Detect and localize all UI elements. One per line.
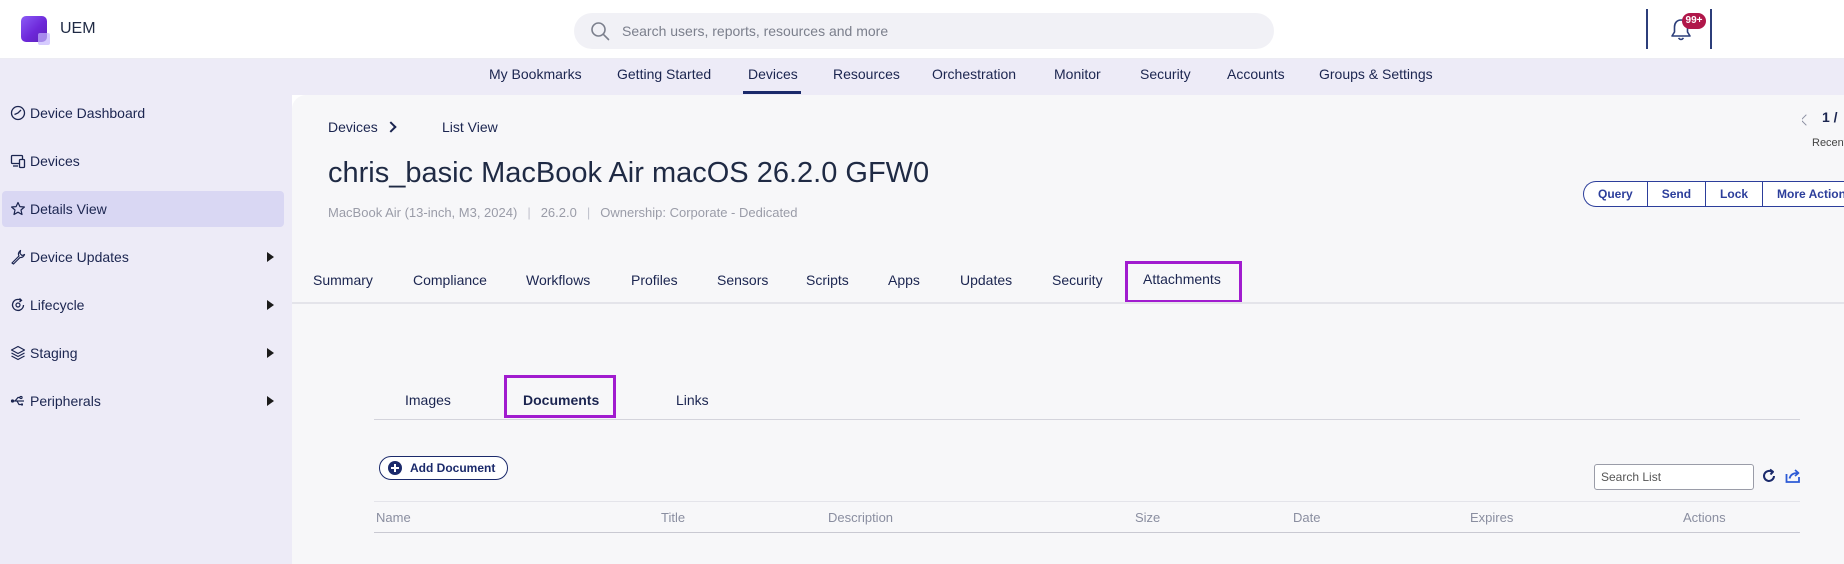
sidebar-item-label: Device Updates bbox=[30, 249, 129, 265]
expand-arrow-icon[interactable] bbox=[267, 252, 274, 262]
refresh-icon[interactable] bbox=[1760, 467, 1778, 485]
subtabs-divider bbox=[374, 419, 1800, 420]
plus-circle-icon bbox=[388, 461, 402, 475]
nav-security[interactable]: Security bbox=[1140, 66, 1191, 82]
nav-monitor[interactable]: Monitor bbox=[1054, 66, 1101, 82]
sidebar-item-device-updates[interactable]: Device Updates bbox=[2, 239, 284, 275]
device-meta: MacBook Air (13-inch, M3, 2024) | 26.2.0 | O… bbox=[328, 205, 798, 220]
tab-workflows[interactable]: Workflows bbox=[526, 272, 590, 288]
add-document-button[interactable]: Add Document bbox=[379, 456, 509, 480]
send-button[interactable]: Send bbox=[1648, 182, 1707, 206]
divider bbox=[1646, 9, 1648, 49]
subtab-documents-highlight bbox=[504, 375, 616, 418]
sidebar-item-label: Staging bbox=[30, 345, 78, 361]
breadcrumb-devices[interactable]: Devices bbox=[328, 119, 378, 135]
search-list-input[interactable] bbox=[1594, 464, 1754, 490]
usb-icon bbox=[10, 395, 24, 406]
search-input[interactable] bbox=[622, 13, 1242, 49]
expand-arrow-icon[interactable] bbox=[267, 396, 274, 406]
sidebar-item-details-view[interactable]: Details View bbox=[2, 191, 284, 227]
global-search[interactable] bbox=[574, 13, 1274, 49]
top-bar: UEM 99+ bbox=[0, 0, 1844, 59]
subtab-links[interactable]: Links bbox=[676, 392, 709, 408]
documents-table-header: Name Title Description Size Date Expires… bbox=[374, 501, 1800, 533]
divider bbox=[1710, 9, 1712, 49]
export-icon[interactable] bbox=[1784, 467, 1802, 485]
more-actions-button[interactable]: More Actions bbox=[1763, 182, 1844, 206]
wrench-icon bbox=[11, 249, 26, 265]
column-name[interactable]: Name bbox=[376, 510, 411, 525]
device-actions: Query Send Lock More Actions bbox=[1583, 181, 1844, 207]
sidebar-item-peripherals[interactable]: Peripherals bbox=[2, 383, 284, 419]
tab-profiles[interactable]: Profiles bbox=[631, 272, 678, 288]
ownership: Ownership: Corporate - Dedicated bbox=[600, 205, 798, 220]
sidebar-item-label: Peripherals bbox=[30, 393, 101, 409]
subtab-images[interactable]: Images bbox=[405, 392, 451, 408]
sidebar-item-label: Devices bbox=[30, 153, 80, 169]
sidebar-item-staging[interactable]: Staging bbox=[2, 335, 284, 371]
device-model: MacBook Air (13-inch, M3, 2024) bbox=[328, 205, 518, 220]
star-icon bbox=[11, 201, 25, 216]
lifecycle-icon bbox=[11, 298, 25, 311]
main-content: Devices List View chris_basic MacBook Ai… bbox=[292, 95, 1844, 564]
nav-getting-started[interactable]: Getting Started bbox=[617, 66, 711, 82]
chevron-left-icon[interactable] bbox=[1802, 114, 1812, 126]
tab-updates[interactable]: Updates bbox=[960, 272, 1012, 288]
dashboard-icon bbox=[10, 105, 26, 121]
expand-arrow-icon[interactable] bbox=[267, 300, 274, 310]
page-title: chris_basic MacBook Air macOS 26.2.0 GFW… bbox=[328, 157, 930, 189]
sidebar-item-lifecycle[interactable]: Lifecycle bbox=[2, 287, 284, 323]
sidebar-item-label: Details View bbox=[30, 201, 107, 217]
devices-icon bbox=[10, 154, 26, 169]
pager-number: 1 / bbox=[1822, 109, 1838, 125]
tab-attachments-highlight bbox=[1125, 261, 1242, 303]
tab-security[interactable]: Security bbox=[1052, 272, 1103, 288]
column-date[interactable]: Date bbox=[1293, 510, 1320, 525]
sidebar-item-label: Device Dashboard bbox=[30, 105, 146, 121]
nav-accounts[interactable]: Accounts bbox=[1227, 66, 1285, 82]
tab-sensors[interactable]: Sensors bbox=[717, 272, 768, 288]
app-name[interactable]: UEM bbox=[60, 20, 96, 38]
nav-resources[interactable]: Resources bbox=[833, 66, 900, 82]
pager-recent: Recent bbox=[1812, 137, 1844, 149]
sidebar-item-device-dashboard[interactable]: Device Dashboard bbox=[2, 95, 284, 131]
tab-apps[interactable]: Apps bbox=[888, 272, 920, 288]
nav-active-indicator bbox=[743, 91, 801, 94]
main-nav: My Bookmarks Getting Started Devices Res… bbox=[0, 59, 1844, 95]
nav-groups-settings[interactable]: Groups & Settings bbox=[1319, 66, 1433, 82]
record-pager: 1 / Recent bbox=[1802, 107, 1844, 157]
column-size[interactable]: Size bbox=[1135, 510, 1160, 525]
tab-scripts[interactable]: Scripts bbox=[806, 272, 849, 288]
sidebar: Device Dashboard Devices Details View De… bbox=[0, 95, 292, 564]
lock-button[interactable]: Lock bbox=[1706, 182, 1764, 206]
nav-my-bookmarks[interactable]: My Bookmarks bbox=[489, 66, 582, 82]
search-icon bbox=[591, 22, 610, 41]
tabs-divider bbox=[292, 302, 1844, 304]
breadcrumb-list-view[interactable]: List View bbox=[442, 119, 498, 135]
layers-icon bbox=[10, 345, 26, 361]
column-description[interactable]: Description bbox=[828, 510, 893, 525]
sidebar-item-devices[interactable]: Devices bbox=[2, 143, 284, 179]
nav-devices[interactable]: Devices bbox=[748, 66, 798, 82]
tab-compliance[interactable]: Compliance bbox=[413, 272, 487, 288]
nav-orchestration[interactable]: Orchestration bbox=[932, 66, 1016, 82]
query-button[interactable]: Query bbox=[1584, 182, 1648, 206]
column-title[interactable]: Title bbox=[661, 510, 685, 525]
os-version: 26.2.0 bbox=[540, 205, 577, 220]
expand-arrow-icon[interactable] bbox=[267, 348, 274, 358]
tab-summary[interactable]: Summary bbox=[313, 272, 373, 288]
app-logo[interactable] bbox=[21, 16, 50, 45]
chevron-right-icon bbox=[385, 121, 397, 133]
column-expires[interactable]: Expires bbox=[1470, 510, 1513, 525]
column-actions: Actions bbox=[1683, 510, 1726, 525]
add-document-label: Add Document bbox=[410, 461, 496, 475]
notification-badge: 99+ bbox=[1682, 13, 1706, 29]
sidebar-item-label: Lifecycle bbox=[30, 297, 85, 313]
